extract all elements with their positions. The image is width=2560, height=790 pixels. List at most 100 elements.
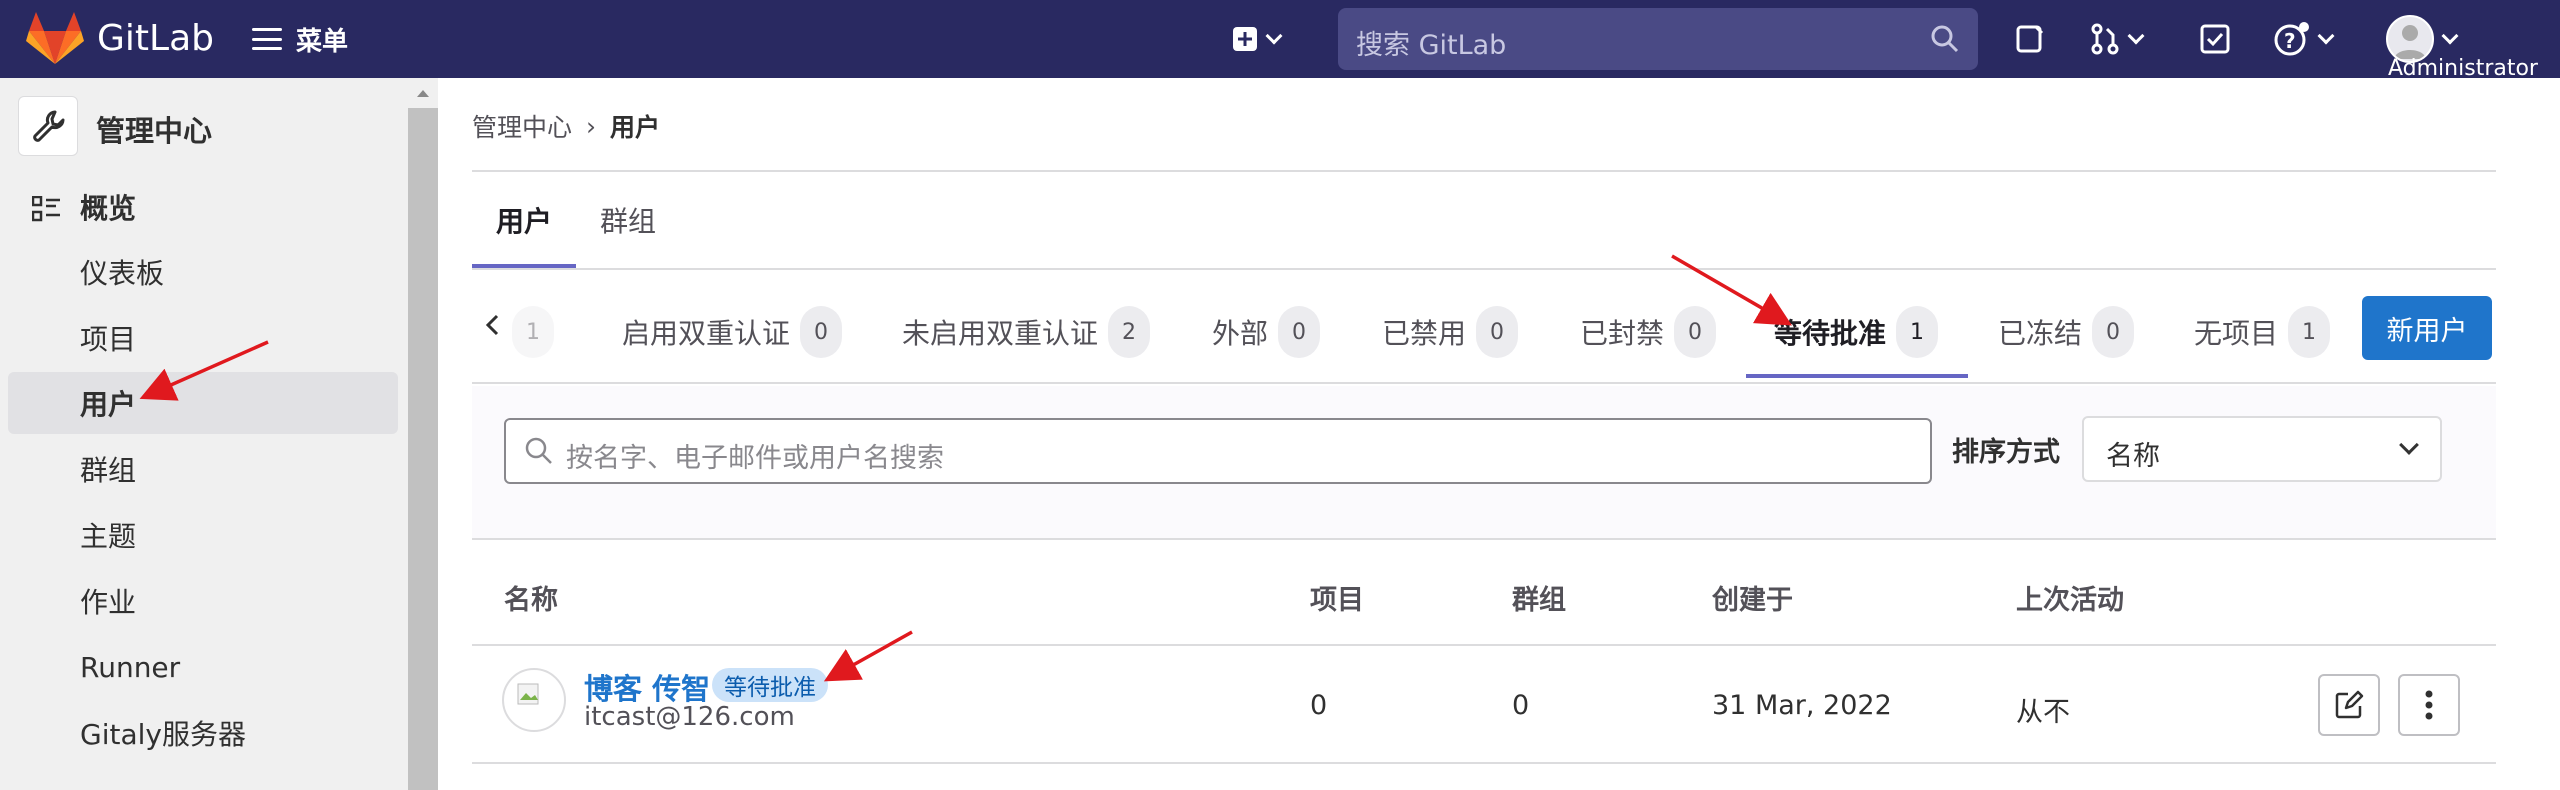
user-email: itcast@126.com: [584, 702, 795, 732]
edit-pencil-icon: [2335, 690, 2364, 719]
more-actions-button[interactable]: [2398, 674, 2460, 736]
user-projects-count: 0: [1310, 690, 1328, 721]
count-badge: 2: [1108, 306, 1151, 358]
count-badge: 0: [2092, 306, 2135, 358]
sidebar-header[interactable]: 管理中心: [0, 78, 408, 173]
sidebar-section-label: 概览: [80, 192, 137, 225]
filter-tab-pending-approval[interactable]: 等待批准 1: [1774, 304, 1939, 360]
merge-requests-dropdown[interactable]: [2090, 20, 2145, 58]
sort-selected-value: 名称: [2106, 441, 2160, 472]
filter-tab-label: 已封禁: [1580, 317, 1665, 350]
user-search-input[interactable]: 按名字、电子邮件或用户名搜索: [504, 418, 1932, 484]
global-search-input[interactable]: 搜索 GitLab: [1338, 8, 1978, 70]
column-header-last-activity: 上次活动: [2016, 585, 2124, 616]
user-avatar[interactable]: [502, 668, 566, 732]
new-user-button[interactable]: 新用户: [2362, 296, 2492, 360]
user-last-activity: 从不: [2016, 697, 2070, 728]
user-groups-count: 0: [1512, 690, 1530, 721]
sidebar-item-label: Gitaly服务器: [80, 718, 246, 751]
tab-groups[interactable]: 群组: [600, 200, 656, 240]
sidebar-section-overview[interactable]: 概览: [8, 176, 398, 238]
breadcrumb: 管理中心 › 用户: [472, 108, 660, 144]
filter-tab-label: 已禁用: [1382, 317, 1467, 350]
chevron-down-icon: [1265, 27, 1283, 45]
filter-tab-without-projects[interactable]: 无项目 1: [2194, 304, 2331, 360]
divider: [472, 762, 2496, 764]
help-dropdown[interactable]: ?: [2274, 20, 2335, 58]
column-header-projects: 项目: [1310, 585, 1364, 616]
search-icon: [1931, 25, 1959, 53]
create-new-dropdown[interactable]: [1232, 20, 1283, 58]
hamburger-icon: [252, 28, 282, 50]
user-created-date: 31 Mar, 2022: [1712, 690, 1892, 721]
merge-request-icon: [2091, 23, 2119, 55]
todo-checkbox-icon: [2200, 24, 2230, 54]
filter-tab-2fa-enabled[interactable]: 启用双重认证 0: [622, 304, 843, 360]
tab-users[interactable]: 用户: [496, 200, 552, 240]
menu-button[interactable]: 菜单: [252, 18, 348, 60]
sidebar-item-label: 群组: [80, 454, 137, 487]
sidebar-item-projects[interactable]: 项目: [8, 307, 398, 369]
todos-nav-button[interactable]: [2200, 20, 2230, 58]
sidebar-item-dashboard[interactable]: 仪表板: [8, 241, 398, 303]
filter-tab-external[interactable]: 外部 0: [1212, 304, 1321, 360]
filter-tab-label: 启用双重认证: [622, 317, 791, 350]
sidebar-item-gitaly-servers[interactable]: Gitaly服务器: [8, 702, 398, 764]
filter-tab-label: 已冻结: [1998, 317, 2083, 350]
sidebar-item-label: 作业: [80, 586, 137, 619]
gitlab-logo-icon[interactable]: [26, 12, 84, 66]
sidebar-item-runners[interactable]: Runner: [8, 636, 398, 698]
wrench-icon: [18, 96, 78, 156]
filter-tab-2fa-disabled[interactable]: 未启用双重认证 2: [902, 304, 1151, 360]
user-menu-dropdown[interactable]: [2386, 15, 2459, 63]
pending-approval-badge: 等待批准: [712, 668, 828, 702]
filter-tab-label: 无项目: [2194, 317, 2279, 350]
search-placeholder: 搜索 GitLab: [1356, 30, 1507, 61]
sidebar-item-groups[interactable]: 群组: [8, 438, 398, 500]
overview-list-icon: [32, 196, 60, 222]
sort-dropdown[interactable]: 名称: [2082, 416, 2442, 482]
sidebar-item-jobs[interactable]: 作业: [8, 570, 398, 632]
chevron-left-icon[interactable]: [478, 310, 508, 340]
menu-label: 菜单: [296, 26, 349, 57]
edit-user-button[interactable]: [2318, 674, 2380, 736]
svg-text:?: ?: [2284, 29, 2296, 53]
brand-name[interactable]: GitLab: [97, 18, 214, 59]
annotation-arrow-badge: [823, 630, 913, 682]
scroll-up-arrow-icon[interactable]: [408, 78, 438, 108]
sidebar-item-label: 仪表板: [80, 257, 165, 290]
search-icon: [525, 437, 552, 464]
count-badge: 0: [800, 306, 843, 358]
filter-tab-label: 未启用双重认证: [902, 317, 1099, 350]
breadcrumb-current: 用户: [610, 113, 661, 142]
chevron-down-icon: [2317, 27, 2335, 45]
admin-sidebar: 管理中心 概览 仪表板 项目 用户 群组 主题 作业 Runner Gitaly…: [0, 78, 408, 790]
sidebar-item-topics[interactable]: 主题: [8, 504, 398, 566]
sidebar-item-label: 用户: [80, 388, 137, 421]
count-badge: 0: [1476, 306, 1519, 358]
sidebar-item-label: 主题: [80, 520, 137, 553]
sidebar-item-label: Runner: [80, 650, 181, 684]
chevron-down-icon: [2127, 27, 2145, 45]
search-placeholder: 按名字、电子邮件或用户名搜索: [566, 443, 944, 474]
filter-tab-deactivated[interactable]: 已冻结 0: [1998, 304, 2135, 360]
sort-label: 排序方式: [1952, 437, 2060, 468]
sidebar-scrollbar[interactable]: [408, 78, 438, 790]
divider: [472, 268, 2496, 270]
filter-tab-label: 外部: [1212, 317, 1269, 350]
kebab-menu-icon: [2425, 690, 2433, 720]
filter-tab-blocked[interactable]: 已禁用 0: [1382, 304, 1519, 360]
breadcrumb-parent[interactable]: 管理中心: [472, 108, 572, 144]
column-header-name: 名称: [504, 585, 558, 616]
divider: [472, 644, 2496, 646]
chevron-right-icon: ›: [586, 111, 597, 141]
user-name: Administrator: [2388, 56, 2538, 81]
divider: [472, 382, 2496, 384]
filter-tab-banned[interactable]: 已封禁 0: [1580, 304, 1717, 360]
count-badge: 0: [1278, 306, 1321, 358]
issues-nav-button[interactable]: [2014, 20, 2046, 58]
sidebar-item-users[interactable]: 用户: [8, 372, 398, 434]
chevron-down-icon: [2441, 27, 2459, 45]
chevron-down-icon: [2399, 435, 2419, 455]
sidebar-title: 管理中心: [96, 114, 213, 148]
